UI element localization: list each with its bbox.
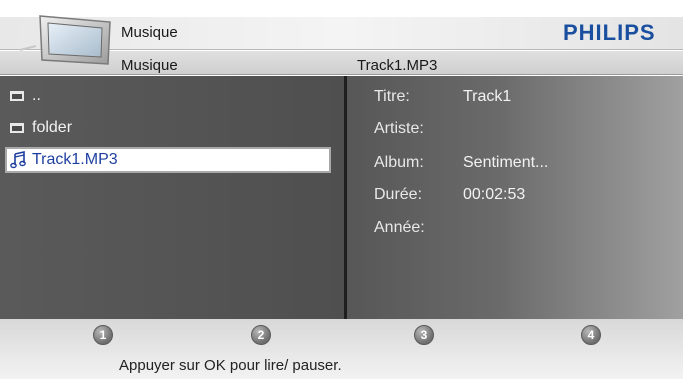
brand-logo: PHILIPS — [563, 20, 656, 45]
color-key-button-1[interactable]: 1 — [93, 325, 113, 345]
duration-value: 00:02:53 — [463, 186, 526, 203]
list-item-track1-selected[interactable]: Track1.MP3 — [5, 147, 331, 173]
album-label: Album: — [374, 154, 424, 171]
list-item-label: Track1.MP3 — [32, 151, 118, 168]
breadcrumb-current-file: Track1.MP3 — [357, 57, 438, 74]
list-item-parent-folder[interactable]: .. — [10, 84, 41, 108]
list-item-label: folder — [32, 119, 73, 136]
tv-icon — [19, 15, 111, 65]
title-label: Titre: — [374, 88, 410, 105]
title-value: Track1 — [463, 88, 512, 105]
help-hint: Appuyer sur OK pour lire/ pauser. — [119, 357, 342, 374]
folder-icon — [10, 91, 24, 101]
media-browser-screen: Musique PHILIPS Musique Track1.MP3 .. fo… — [0, 0, 683, 379]
color-key-button-2[interactable]: 2 — [251, 325, 271, 345]
color-key-button-3[interactable]: 3 — [414, 325, 434, 345]
folder-icon — [10, 123, 24, 133]
year-label: Année: — [374, 219, 425, 236]
page-title: Musique — [121, 24, 178, 41]
album-value: Sentiment... — [463, 154, 549, 171]
duration-label: Durée: — [374, 186, 423, 203]
color-key-button-4[interactable]: 4 — [581, 325, 601, 345]
artist-label: Artiste: — [374, 120, 424, 137]
breadcrumb-current-folder: Musique — [121, 57, 178, 74]
list-item-folder[interactable]: folder — [10, 116, 72, 140]
list-item-label: .. — [32, 87, 41, 104]
music-note-icon — [10, 151, 26, 169]
file-list-panel — [0, 76, 344, 319]
